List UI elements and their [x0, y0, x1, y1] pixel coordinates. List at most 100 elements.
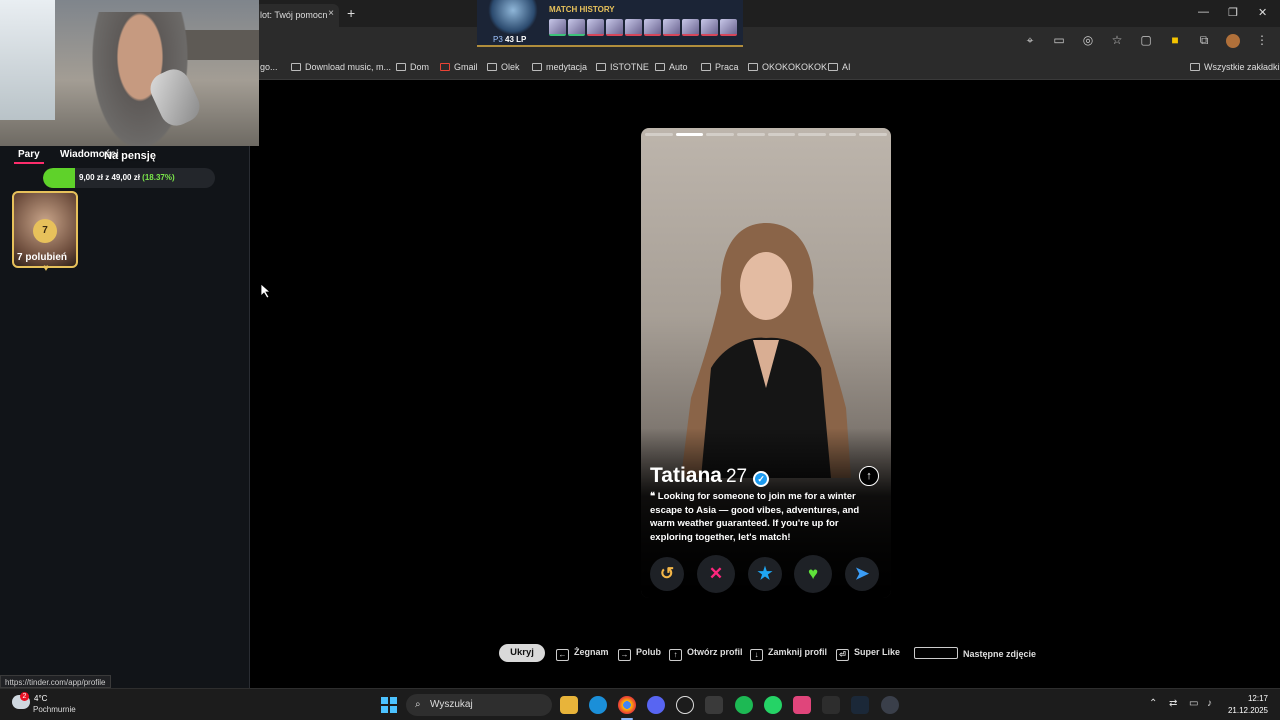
bookmark-item[interactable]: ISTOTNE [596, 62, 649, 72]
tray-chevron-icon[interactable]: ⌃ [1149, 698, 1157, 709]
app-icon[interactable] [705, 696, 723, 714]
weather-description[interactable]: Pochmurnie [33, 705, 76, 714]
super-like-button[interactable]: ★ [748, 557, 782, 591]
bookmark-item[interactable]: medytacja [532, 62, 587, 72]
bookmark-star-icon[interactable]: ☆ [1109, 33, 1125, 51]
match-results [549, 19, 737, 36]
folder-icon [748, 63, 758, 71]
clock-date: 21.12.2025 [1227, 706, 1268, 715]
gmail-icon [440, 63, 450, 71]
photo-indicator[interactable] [736, 133, 765, 136]
active-tab-indicator [14, 162, 44, 164]
browser-tab[interactable]: lot: Twój pomocn × [255, 4, 339, 27]
folder-icon [532, 63, 542, 71]
steam-icon[interactable] [851, 696, 869, 714]
arrow-up-key-icon: ↑ [669, 649, 682, 661]
bookmark-item[interactable]: Olek [487, 62, 520, 72]
pen-app-icon[interactable] [822, 696, 840, 714]
bookmark-item[interactable]: Gmail [440, 62, 478, 72]
minimize-button[interactable]: — [1198, 6, 1209, 18]
boost-button[interactable]: ➤ [845, 557, 879, 591]
shortcut-close-profile: ↓ Zamknij profil [750, 647, 827, 661]
taskbar-search[interactable]: ⌕ Wyszukaj [406, 694, 552, 716]
start-button[interactable] [381, 697, 397, 713]
cam-window [0, 0, 55, 120]
bookmark-item[interactable]: Praca [701, 62, 739, 72]
photo-indicator[interactable] [767, 133, 796, 136]
network-icon[interactable]: ▭ [1189, 698, 1198, 709]
match-result-win [549, 19, 566, 36]
photo-indicator[interactable] [645, 133, 673, 136]
menu-icon[interactable]: ⋮ [1254, 33, 1270, 51]
profile-card[interactable]: Tatiana 27 ✓ ↑ ❝ Looking for someone to jo… [641, 128, 891, 598]
weather-badge: 2 [20, 692, 29, 701]
volume-icon[interactable]: ♪ [1207, 698, 1212, 709]
arrow-right-key-icon: → [618, 649, 631, 661]
tab-close-icon[interactable]: × [328, 8, 334, 19]
bookmark-item[interactable]: OKOKOKOKOK [748, 62, 827, 72]
clock[interactable]: 12:17 21.12.2025 [1228, 693, 1268, 717]
folder-icon [487, 63, 497, 71]
profile-avatar[interactable] [1225, 33, 1241, 51]
bookmark-item[interactable]: Auto [655, 62, 688, 72]
bookmark-item[interactable]: go... [260, 62, 278, 72]
tracking-icon[interactable]: ◎ [1080, 33, 1096, 51]
puzzle-icon[interactable]: ⧉ [1196, 33, 1212, 51]
bookmark-item[interactable]: AI [828, 62, 851, 72]
match-result-loss [701, 19, 718, 36]
arrow-left-key-icon: ← [556, 649, 569, 661]
photo-indicator[interactable] [798, 133, 826, 136]
webcam-overlay [0, 0, 259, 146]
spotify-icon[interactable] [735, 696, 753, 714]
photo-indicator[interactable] [859, 133, 887, 136]
hide-shortcuts-button[interactable]: Ukryj [499, 644, 545, 662]
extension-icon[interactable]: ■ [1167, 33, 1183, 51]
settings-icon[interactable] [881, 696, 899, 714]
stream-app-icon[interactable] [793, 696, 811, 714]
location-icon[interactable]: ⌖ [1022, 33, 1038, 51]
tab-search-icon[interactable]: ▢ [1138, 33, 1154, 51]
chrome-icon[interactable] [618, 696, 636, 714]
file-explorer-icon[interactable] [560, 696, 578, 714]
match-result-loss [682, 19, 699, 36]
folder-icon [596, 63, 606, 71]
nope-button[interactable]: ✕ [697, 555, 735, 593]
match-result-loss [625, 19, 642, 36]
weather-temperature[interactable]: 4°C [34, 694, 47, 703]
mouse-cursor-icon [261, 284, 271, 299]
likes-label: 7 polubień [17, 252, 67, 263]
photo-indicator[interactable] [706, 133, 734, 136]
photo-indicator[interactable] [675, 133, 704, 136]
like-button[interactable]: ♥ [794, 555, 832, 593]
space-key-icon [914, 647, 958, 659]
all-bookmarks[interactable]: Wszystkie zakładki [1190, 62, 1280, 72]
discord-icon[interactable] [647, 696, 665, 714]
likes-card[interactable]: 7 7 polubień ♥ [12, 191, 78, 274]
maximize-button[interactable]: ❐ [1228, 6, 1238, 19]
profile-name-row: Tatiana 27 ✓ [650, 464, 770, 488]
cast-icon[interactable]: ▭ [1051, 33, 1067, 51]
match-result-win [568, 19, 585, 36]
match-history-overlay: P3 43 LP MATCH HISTORY [477, 0, 743, 47]
profile-bio: ❝ Looking for someone to join me for a w… [650, 491, 860, 543]
new-tab-button[interactable]: + [347, 5, 355, 21]
match-result-loss [587, 19, 604, 36]
tab-matches[interactable]: Pary [18, 149, 40, 160]
desktop: lot: Twój pomocn × + — ❐ ✕ ⌖ ▭ ◎ ☆ ▢ ■ ⧉… [0, 0, 1280, 720]
shortcut-nope: ← Żegnam [556, 647, 609, 661]
close-window-button[interactable]: ✕ [1258, 6, 1267, 19]
rank-label: P3 43 LP [493, 35, 527, 44]
bookmark-item[interactable]: Download music, m... [291, 62, 391, 72]
photo-indicator[interactable] [828, 133, 857, 136]
profile-name: Tatiana [650, 464, 722, 487]
bookmark-item[interactable]: Dom [396, 62, 429, 72]
enter-key-icon: ⏎ [836, 649, 849, 661]
language-icon[interactable]: ⇄ [1169, 698, 1177, 709]
whatsapp-icon[interactable] [764, 696, 782, 714]
shortcut-like: → Polub [618, 647, 661, 661]
obs-icon[interactable] [676, 696, 694, 714]
clock-time: 12:17 [1247, 694, 1268, 703]
open-profile-arrow-icon[interactable]: ↑ [859, 466, 879, 486]
edge-icon[interactable] [589, 696, 607, 714]
rewind-button[interactable]: ↺ [650, 557, 684, 591]
